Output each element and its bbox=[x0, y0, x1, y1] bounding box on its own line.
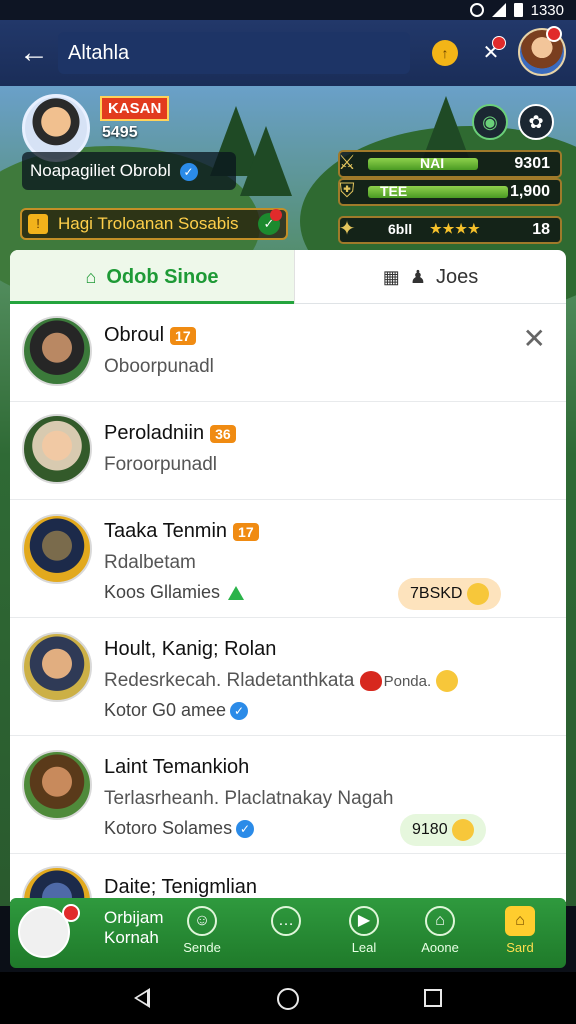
verified-icon: ✓ bbox=[230, 702, 249, 721]
shield-icon: ⛨ bbox=[339, 180, 355, 202]
list-item[interactable]: Taaka Tenmin 17 Rdalbetam Koos Gllamies 7… bbox=[10, 500, 566, 618]
nav-item-chat[interactable]: … bbox=[246, 906, 326, 962]
sword-icon: ⚔ bbox=[338, 152, 356, 174]
close-icon[interactable]: ✕ bbox=[523, 322, 546, 355]
stat-row-2: ⛨ TEE 1,900 bbox=[338, 178, 562, 206]
avatar-badge bbox=[546, 26, 562, 42]
level-badge: KASAN bbox=[100, 96, 170, 121]
emoji-icon bbox=[466, 582, 489, 605]
emoji-icon bbox=[452, 818, 475, 841]
settings-icon[interactable]: ✿ bbox=[518, 104, 554, 140]
friend-avatar bbox=[22, 866, 92, 902]
system-recents-icon[interactable] bbox=[424, 989, 442, 1007]
list-item[interactable]: Hoult, Kanig; Rolan Redesrkecah. Rladeta… bbox=[10, 618, 566, 736]
chat-icon: … bbox=[271, 906, 301, 936]
apple-icon bbox=[359, 671, 382, 691]
quest-label: Hagi Troloanan Sosabis bbox=[58, 214, 239, 233]
back-arrow-icon[interactable]: ← bbox=[14, 34, 54, 74]
emoji-icon bbox=[436, 670, 459, 692]
alarm-icon bbox=[469, 3, 484, 17]
system-home-icon[interactable] bbox=[277, 988, 299, 1010]
nav-item-leal[interactable]: ▶ Leal bbox=[324, 906, 404, 962]
tab-friends[interactable]: ⌂ Odob Sinoe bbox=[10, 250, 294, 304]
friend-avatar bbox=[22, 632, 92, 702]
building-icon: ▦ bbox=[382, 267, 400, 287]
player-name[interactable]: Noapagiliet Obrobl ✓ bbox=[22, 152, 236, 190]
friend-avatar bbox=[22, 514, 92, 584]
check-icon: ✓ bbox=[258, 209, 282, 235]
level-chip: 17 bbox=[170, 326, 196, 345]
status-time: 1330 bbox=[530, 1, 564, 19]
person-icon: ☺ bbox=[187, 906, 217, 936]
friend-avatar bbox=[22, 414, 92, 484]
list-item[interactable]: Obroul 17 Oboorpunadl ✕ bbox=[10, 304, 566, 402]
quest-badge bbox=[270, 209, 282, 221]
home-icon: ⌂ bbox=[425, 906, 455, 936]
profile-badge bbox=[62, 904, 80, 922]
coin-icon[interactable]: ↑ bbox=[432, 40, 458, 66]
home-icon: ⌂ bbox=[85, 267, 97, 287]
friend-avatar bbox=[22, 750, 92, 820]
page-title: Altahla bbox=[58, 32, 410, 74]
system-nav-bar bbox=[0, 972, 576, 1024]
reward-pill[interactable]: 9180 bbox=[400, 814, 487, 846]
online-icon bbox=[228, 586, 245, 601]
list-item[interactable]: Peroladniin 36 Foroorpunadl bbox=[10, 402, 566, 500]
system-back-icon[interactable] bbox=[134, 988, 150, 1008]
player-name-text: Noapagiliet Obrobl bbox=[30, 161, 171, 180]
battery-icon bbox=[513, 3, 523, 17]
stat-row-3: ✦ 6bll ★★★★ 18 bbox=[338, 216, 562, 244]
stat-row-1: ⚔ NAI 9301 bbox=[338, 150, 562, 178]
level-chip: 17 bbox=[233, 522, 259, 541]
star-rating: ★★★★ bbox=[430, 221, 481, 236]
nav-item-aoone[interactable]: ⌂ Aoone bbox=[400, 906, 480, 962]
level-chip: 36 bbox=[210, 424, 236, 443]
quest-icon: ! bbox=[28, 214, 48, 234]
list-item[interactable]: Daite; Tenigmlian bbox=[10, 854, 566, 902]
location-icon[interactable]: ◉ bbox=[472, 104, 508, 140]
notification-badge bbox=[492, 36, 506, 50]
list-item[interactable]: Laint Temankioh Terlasrheanh. Placlatnak… bbox=[10, 736, 566, 854]
trophy-icon: ✦ bbox=[338, 218, 356, 240]
tab-bar: ⌂ Odob Sinoe ▦ ♟ Joes bbox=[10, 250, 566, 304]
friend-avatar bbox=[22, 316, 92, 386]
game-bottom-nav: Orbijam Kornah ☺ Sende … ▶ Leal ⌂ Aoone ⌂ Sa… bbox=[10, 898, 566, 968]
status-bar: 1330 bbox=[0, 0, 576, 20]
app-bar: ← Altahla ↑ ✕ bbox=[0, 20, 576, 86]
reward-pill[interactable]: 7BSKD bbox=[398, 578, 501, 610]
verified-icon: ✓ bbox=[236, 820, 255, 839]
nav-item-sende[interactable]: ☺ Sende bbox=[162, 906, 242, 962]
nav-item-sard[interactable]: ⌂ Sard bbox=[480, 906, 560, 962]
friends-panel: ⌂ Odob Sinoe ▦ ♟ Joes Obroul 17 Oboorpunadl … bbox=[10, 250, 566, 902]
signal-icon bbox=[491, 3, 506, 17]
tab-others[interactable]: ▦ ♟ Joes bbox=[294, 250, 566, 304]
shop-icon: ⌂ bbox=[505, 906, 535, 936]
quest-bar[interactable]: ! Hagi Troloanan Sosabis ✓ bbox=[20, 208, 288, 240]
person-icon: ♟ bbox=[409, 267, 426, 287]
play-icon: ▶ bbox=[349, 906, 379, 936]
verified-icon: ✓ bbox=[179, 162, 198, 181]
player-score: 5495 bbox=[102, 124, 138, 141]
